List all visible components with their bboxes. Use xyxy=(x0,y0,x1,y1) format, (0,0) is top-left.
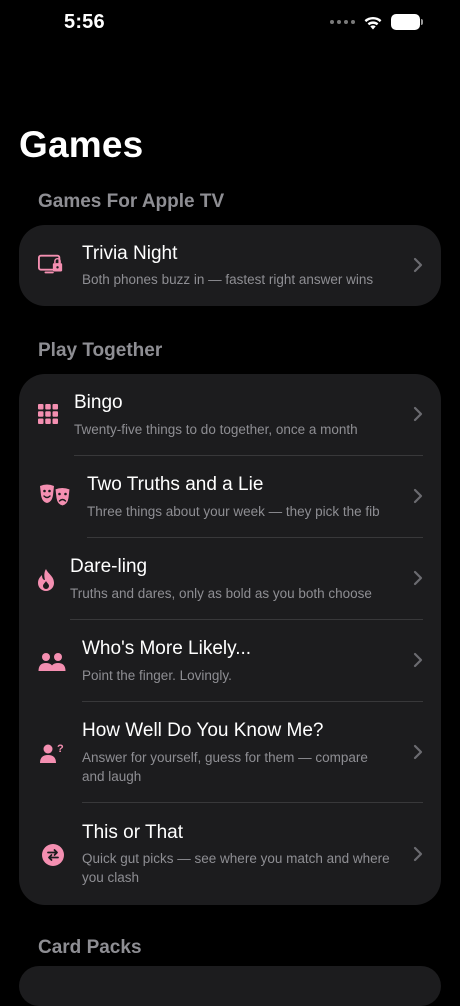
game-subtitle: Twenty-five things to do together, once … xyxy=(74,422,358,437)
chevron-right-icon xyxy=(413,406,423,422)
chevron-right-icon xyxy=(413,846,423,862)
game-row-dare-ling[interactable]: Dare-ling Truths and dares, only as bold… xyxy=(19,538,441,620)
section-header-card-packs: Card Packs xyxy=(38,937,142,958)
game-row-trivia-night[interactable]: Trivia Night Both phones buzz in — faste… xyxy=(19,225,441,306)
flame-icon xyxy=(33,567,59,593)
chevron-right-icon xyxy=(413,570,423,586)
svg-text:?: ? xyxy=(57,743,64,755)
game-title: This or That xyxy=(82,822,184,843)
status-icons xyxy=(330,14,423,30)
chevron-right-icon xyxy=(413,257,423,273)
game-title: Dare-ling xyxy=(70,556,148,577)
card-packs-card xyxy=(19,966,441,1006)
game-subtitle: Truths and dares, only as bold as you bo… xyxy=(70,586,372,601)
people-icon xyxy=(38,649,66,675)
cellular-signal-icon xyxy=(330,20,355,24)
game-row-bingo[interactable]: Bingo Twenty-five things to do together,… xyxy=(19,374,441,456)
game-row-how-well[interactable]: ? How Well Do You Know Me? Answer for yo… xyxy=(19,702,441,803)
game-row-this-or-that[interactable]: This or That Quick gut picks — see where… xyxy=(19,803,441,905)
game-title: Two Truths and a Lie xyxy=(87,474,264,495)
game-subtitle: Point the finger. Lovingly. xyxy=(82,668,232,683)
game-title: Trivia Night xyxy=(82,243,178,264)
page-title: Games xyxy=(19,124,144,165)
chevron-right-icon xyxy=(413,488,423,504)
game-subtitle: Both phones buzz in — fastest right answ… xyxy=(82,272,374,287)
chevron-right-icon xyxy=(413,652,423,668)
grid-icon xyxy=(35,401,61,427)
theater-masks-icon xyxy=(38,483,72,509)
game-subtitle: Answer for yourself, guess for them — co… xyxy=(82,750,368,784)
apple-tv-games-card: Trivia Night Both phones buzz in — faste… xyxy=(19,225,441,306)
game-row-two-truths[interactable]: Two Truths and a Lie Three things about … xyxy=(19,456,441,538)
chevron-right-icon xyxy=(413,744,423,760)
tv-lock-icon xyxy=(38,252,64,278)
game-title: Who's More Likely... xyxy=(82,638,252,659)
game-subtitle: Quick gut picks — see where you match an… xyxy=(82,851,390,885)
play-together-card: Bingo Twenty-five things to do together,… xyxy=(19,374,441,905)
battery-icon xyxy=(391,14,423,30)
status-bar: 5:56 xyxy=(0,0,460,48)
section-header-apple-tv: Games For Apple TV xyxy=(38,191,225,212)
status-time: 5:56 xyxy=(64,11,105,33)
wifi-icon xyxy=(364,16,382,29)
game-subtitle: Three things about your week — they pick… xyxy=(87,504,380,519)
game-title: How Well Do You Know Me? xyxy=(82,720,324,741)
swap-arrows-icon xyxy=(40,842,66,868)
game-title: Bingo xyxy=(74,392,123,413)
person-question-icon: ? xyxy=(40,740,66,766)
game-row-whos-more-likely[interactable]: Who's More Likely... Point the finger. L… xyxy=(19,620,441,702)
section-header-play-together: Play Together xyxy=(38,340,163,361)
